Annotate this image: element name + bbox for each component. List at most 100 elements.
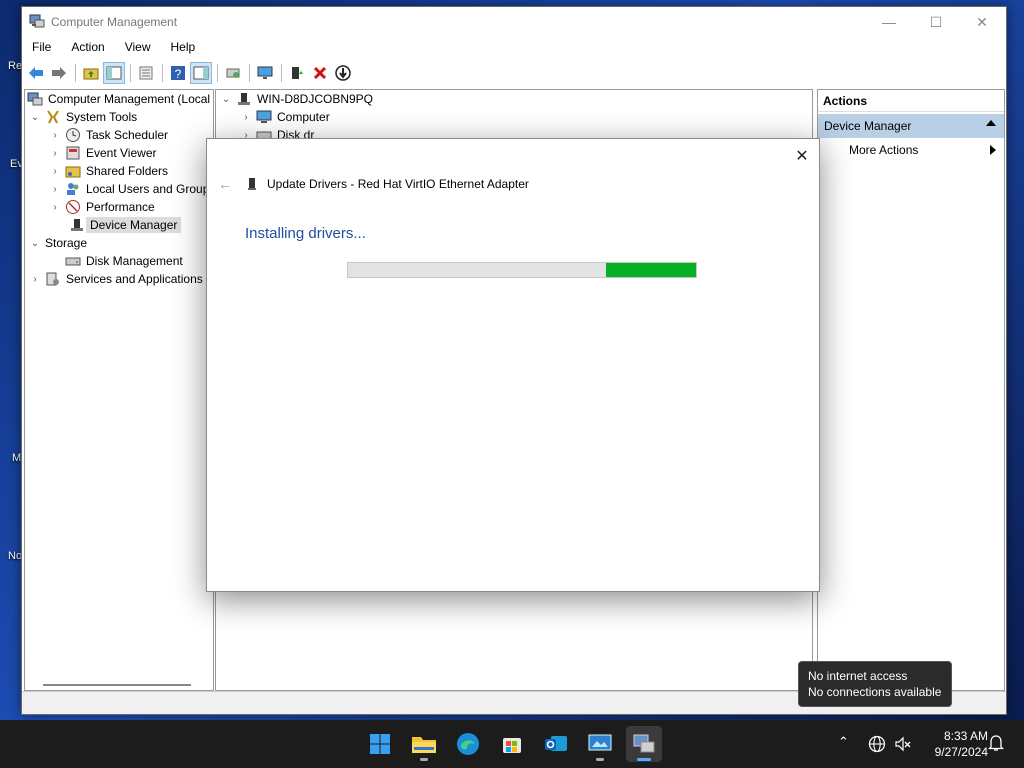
volume-tray-button[interactable] (894, 735, 912, 756)
close-icon: ✕ (976, 13, 988, 30)
back-button[interactable] (25, 62, 47, 84)
tree-item-system-tools[interactable]: ⌄ System Tools (29, 108, 137, 126)
menu-action[interactable]: Action (61, 38, 114, 58)
tree-item-storage[interactable]: ⌄ Storage (29, 234, 87, 252)
taskbar-rdp[interactable] (582, 726, 618, 762)
chevron-right-icon[interactable]: › (49, 184, 61, 195)
tree-item-task-scheduler[interactable]: › Task Scheduler (49, 126, 168, 144)
chevron-right-icon[interactable]: › (49, 202, 61, 213)
update-driver-icon (292, 67, 303, 79)
toolbar-separator (130, 64, 131, 82)
horizontal-scrollbar[interactable] (43, 684, 191, 686)
desktop-icon-label[interactable]: No (8, 550, 22, 562)
running-indicator (596, 758, 604, 761)
toolbar-separator (162, 64, 163, 82)
taskbar-outlook[interactable] (538, 726, 574, 762)
tree-item-device-manager[interactable]: Device Manager (69, 216, 182, 234)
chevron-down-icon[interactable]: ⌄ (29, 238, 41, 249)
toolbar: ? (22, 60, 1009, 86)
host-name: WIN-D8DJCOBN9PQ (257, 92, 374, 106)
toolbar-separator (217, 64, 218, 82)
action-pane-button[interactable] (190, 62, 212, 84)
users-icon (67, 183, 79, 195)
actions-section-device-manager[interactable]: Device Manager (818, 114, 1004, 138)
submenu-arrow-icon (990, 145, 996, 155)
computer-management-icon (29, 14, 45, 28)
tree-item-disk-management[interactable]: Disk Management (65, 252, 183, 270)
chevron-right-icon[interactable]: › (49, 166, 61, 177)
chevron-down-icon[interactable]: ⌄ (29, 112, 41, 123)
network-tray-button[interactable] (868, 735, 886, 756)
tree-label: Disk Management (86, 254, 183, 268)
tree-item-shared-folders[interactable]: › Shared Folders (49, 162, 168, 180)
taskbar-file-explorer[interactable] (406, 726, 442, 762)
shared-folder-icon (65, 166, 81, 178)
host-computer-icon (238, 93, 250, 105)
update-driver-button[interactable] (286, 62, 308, 84)
tree-item-event-viewer[interactable]: › Event Viewer (49, 144, 156, 162)
start-button[interactable] (362, 726, 398, 762)
tree-item-local-users[interactable]: › Local Users and Groups (49, 180, 215, 198)
monitor-button[interactable] (254, 62, 276, 84)
actions-header: Actions (818, 90, 1004, 112)
more-actions-item[interactable]: More Actions (818, 140, 1004, 160)
collapse-up-icon[interactable] (986, 120, 996, 126)
taskbar: ⌃ (0, 720, 1024, 768)
chevron-right-icon[interactable]: › (29, 274, 41, 285)
forward-arrow-icon (52, 67, 66, 79)
chevron-right-icon[interactable]: › (49, 148, 61, 159)
notifications-button[interactable] (987, 734, 1005, 755)
help-button[interactable]: ? (167, 62, 189, 84)
installing-heading: Installing drivers... (245, 225, 366, 242)
uninstall-device-button[interactable] (309, 62, 331, 84)
outlook-icon (545, 736, 567, 751)
tools-icon (47, 110, 59, 124)
tree-label: Task Scheduler (86, 128, 169, 142)
menu-file[interactable]: File (22, 38, 61, 58)
tree-item-services-applications[interactable]: › Services and Applications (29, 270, 203, 288)
network-tooltip: No internet access No connections availa… (798, 661, 952, 707)
taskbar-edge[interactable] (450, 726, 486, 762)
console-tree-icon (106, 66, 122, 80)
chevron-right-icon[interactable]: › (240, 112, 252, 123)
toolbar-separator (249, 64, 250, 82)
progress-fill (605, 263, 696, 277)
up-level-button[interactable] (80, 62, 102, 84)
taskbar-clock[interactable]: 8:33 AM 9/27/2024 (918, 728, 988, 760)
actions-section-label: Device Manager (824, 119, 912, 133)
forward-button[interactable] (48, 62, 70, 84)
minimize-button[interactable]: — (866, 7, 912, 37)
show-hide-tree-button[interactable] (103, 62, 125, 84)
tree-item-root[interactable]: Computer Management (Local (27, 90, 210, 108)
dialog-close-button[interactable]: ✕ (791, 145, 813, 167)
menu-help[interactable]: Help (161, 38, 206, 58)
device-category-computer[interactable]: › Computer (240, 108, 330, 126)
close-button[interactable]: ✕ (959, 7, 1005, 37)
tree-label: Computer (277, 110, 330, 124)
disable-device-button[interactable] (332, 62, 354, 84)
update-drivers-dialog: ✕ ← Update Drivers - Red Hat VirtIO Ethe… (206, 138, 820, 592)
bell-icon (987, 735, 1005, 751)
tree-item-performance[interactable]: › Performance (49, 198, 155, 216)
down-arrow-circle-icon (335, 65, 351, 81)
action-pane-icon (193, 66, 209, 80)
device-tree-host[interactable]: ⌄ WIN-D8DJCOBN9PQ (220, 90, 373, 108)
chevron-down-icon[interactable]: ⌄ (220, 94, 232, 105)
properties-button[interactable] (135, 62, 157, 84)
taskbar-store[interactable] (494, 726, 530, 762)
desktop-icon-label[interactable]: Re (8, 60, 22, 72)
menu-view[interactable]: View (115, 38, 161, 58)
computer-management-icon (633, 734, 655, 753)
show-hidden-icons-button[interactable]: ⌃ (838, 734, 849, 750)
red-x-icon (313, 66, 327, 80)
tree-label: Shared Folders (86, 164, 169, 178)
performance-icon (66, 200, 80, 214)
desktop-icon-label[interactable]: M (12, 452, 21, 464)
maximize-button[interactable]: ☐ (913, 7, 959, 37)
taskbar-computer-management[interactable] (626, 726, 662, 762)
scan-hardware-button[interactable] (222, 62, 244, 84)
dialog-back-button[interactable]: ← (215, 175, 235, 193)
tree-label: Services and Applications (66, 272, 203, 286)
chevron-right-icon[interactable]: › (49, 130, 61, 141)
back-arrow-icon: ← (218, 176, 232, 192)
